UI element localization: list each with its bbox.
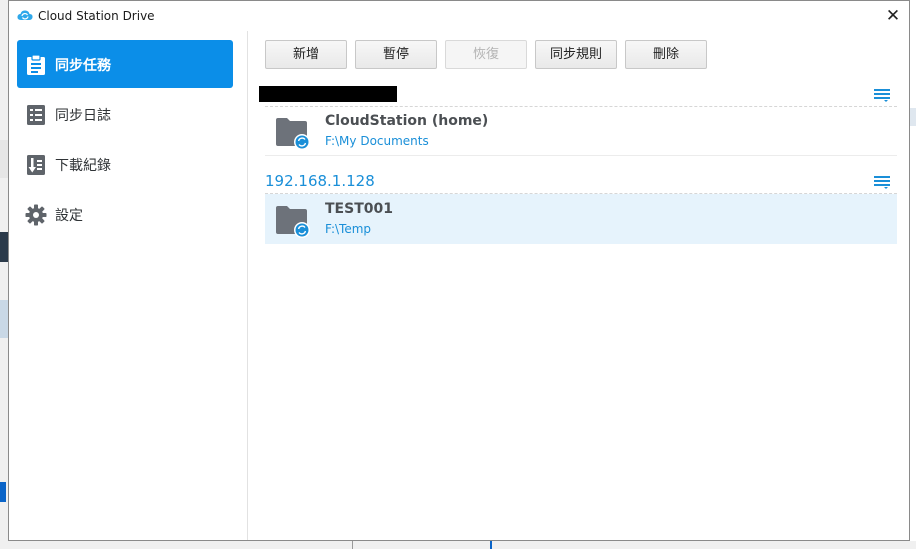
- task-path: F:\Temp: [325, 222, 372, 236]
- server-group-title: 192.168.1.128: [265, 172, 375, 190]
- close-icon: ✕: [885, 6, 901, 26]
- title-bar[interactable]: Cloud Station Drive ✕: [9, 1, 909, 31]
- sidebar-item-label: 下載紀錄: [55, 158, 111, 174]
- sidebar-item-download-history[interactable]: 下載紀錄: [17, 140, 233, 188]
- sync-rules-button[interactable]: 同步規則: [535, 40, 617, 69]
- background-window-fragment: [0, 300, 8, 338]
- background-window-fragment: [0, 140, 8, 178]
- app-window: Cloud Station Drive ✕ 同步任務 同步日誌 下載紀錄 設定 …: [8, 0, 910, 541]
- sidebar-item-label: 設定: [55, 208, 83, 224]
- task-list-icon: [27, 54, 45, 75]
- background-window-fragment: [0, 232, 8, 262]
- background-desktop-bottom: [0, 541, 916, 549]
- sidebar-item-settings[interactable]: 設定: [17, 190, 233, 238]
- log-list-icon: [27, 105, 45, 125]
- background-divider: [352, 541, 353, 549]
- sync-task-row[interactable]: CloudStation (home) F:\My Documents: [265, 106, 897, 156]
- task-name: TEST001: [325, 201, 393, 217]
- resume-button[interactable]: 恢復: [445, 40, 527, 69]
- sync-task-row[interactable]: TEST001 F:\Temp: [265, 194, 897, 244]
- background-desktop-right: [910, 108, 916, 126]
- redacted-server-name: [259, 86, 397, 102]
- task-name: CloudStation (home): [325, 113, 489, 129]
- sidebar-item-sync-tasks[interactable]: 同步任務: [17, 40, 233, 88]
- server-group-header: [259, 82, 897, 107]
- menu-icon[interactable]: [873, 175, 891, 189]
- add-button[interactable]: 新增: [265, 40, 347, 69]
- sidebar-item-label: 同步日誌: [55, 108, 111, 124]
- gear-icon: [25, 204, 47, 226]
- sidebar-item-label: 同步任務: [55, 58, 111, 74]
- server-group-header: 192.168.1.128: [265, 169, 897, 194]
- pause-button[interactable]: 暫停: [355, 40, 437, 69]
- sidebar-item-sync-log[interactable]: 同步日誌: [17, 90, 233, 138]
- task-path: F:\My Documents: [325, 134, 429, 148]
- row-divider: [265, 155, 897, 156]
- sync-folder-icon: [276, 118, 310, 150]
- cloud-station-app-icon: [17, 10, 33, 20]
- background-window-fragment: [0, 482, 6, 502]
- close-button[interactable]: ✕: [877, 1, 909, 31]
- sync-folder-icon: [276, 206, 310, 238]
- background-divider: [490, 541, 492, 549]
- sidebar: 同步任務 同步日誌 下載紀錄 設定: [9, 31, 248, 540]
- window-title: Cloud Station Drive: [38, 9, 155, 23]
- delete-button[interactable]: 刪除: [625, 40, 707, 69]
- download-history-icon: [27, 155, 45, 175]
- menu-icon[interactable]: [873, 88, 891, 102]
- main-panel: 新增 暫停 恢復 同步規則 刪除 CloudStation (home) F:\…: [248, 31, 909, 540]
